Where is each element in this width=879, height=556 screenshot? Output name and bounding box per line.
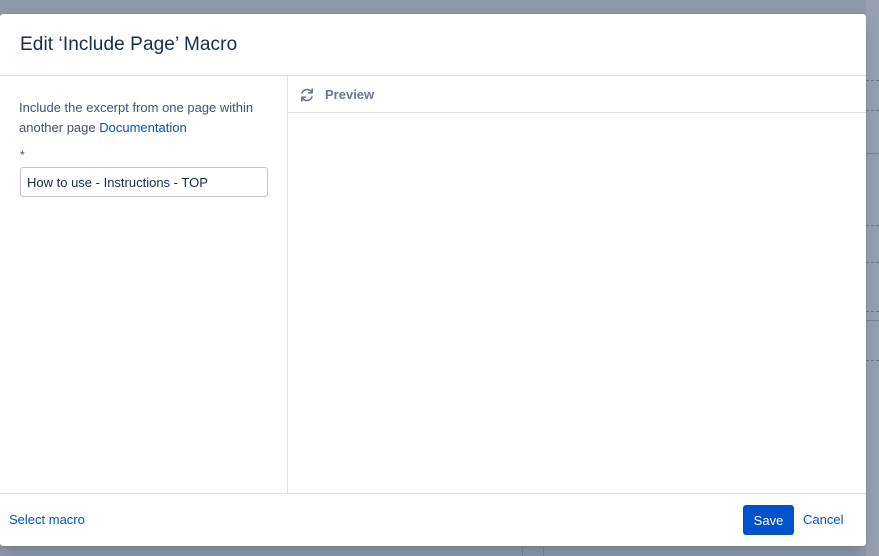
- preview-pane: Preview: [288, 76, 866, 493]
- background-panel: [866, 0, 879, 556]
- macro-description: Include the excerpt from one page within…: [19, 98, 269, 138]
- background-divider: [866, 225, 879, 226]
- dialog-header: Edit ‘Include Page’ Macro: [0, 14, 866, 76]
- required-marker: *: [20, 148, 25, 162]
- select-macro-link[interactable]: Select macro: [9, 512, 85, 527]
- dialog-title: Edit ‘Include Page’ Macro: [20, 34, 238, 55]
- background-divider: [543, 546, 544, 556]
- documentation-link[interactable]: Documentation: [99, 120, 186, 135]
- background-divider: [866, 311, 879, 312]
- background-divider: [866, 153, 879, 154]
- background-divider: [866, 262, 879, 263]
- macro-dialog: Edit ‘Include Page’ Macro Include the ex…: [0, 14, 866, 546]
- refresh-icon[interactable]: [299, 87, 315, 103]
- preview-label: Preview: [325, 87, 375, 102]
- page-name-input[interactable]: [20, 167, 268, 197]
- save-button[interactable]: Save: [743, 505, 794, 535]
- cancel-button[interactable]: Cancel: [803, 512, 843, 527]
- preview-content: [288, 113, 866, 493]
- background-divider: [866, 360, 879, 361]
- macro-parameters-pane: Include the excerpt from one page within…: [0, 76, 288, 493]
- dialog-footer: Select macro Save Cancel: [0, 493, 866, 546]
- background-divider: [866, 80, 879, 81]
- background-divider: [866, 320, 879, 321]
- background-divider: [866, 110, 879, 111]
- preview-toolbar: Preview: [288, 76, 866, 113]
- background-divider: [522, 546, 523, 556]
